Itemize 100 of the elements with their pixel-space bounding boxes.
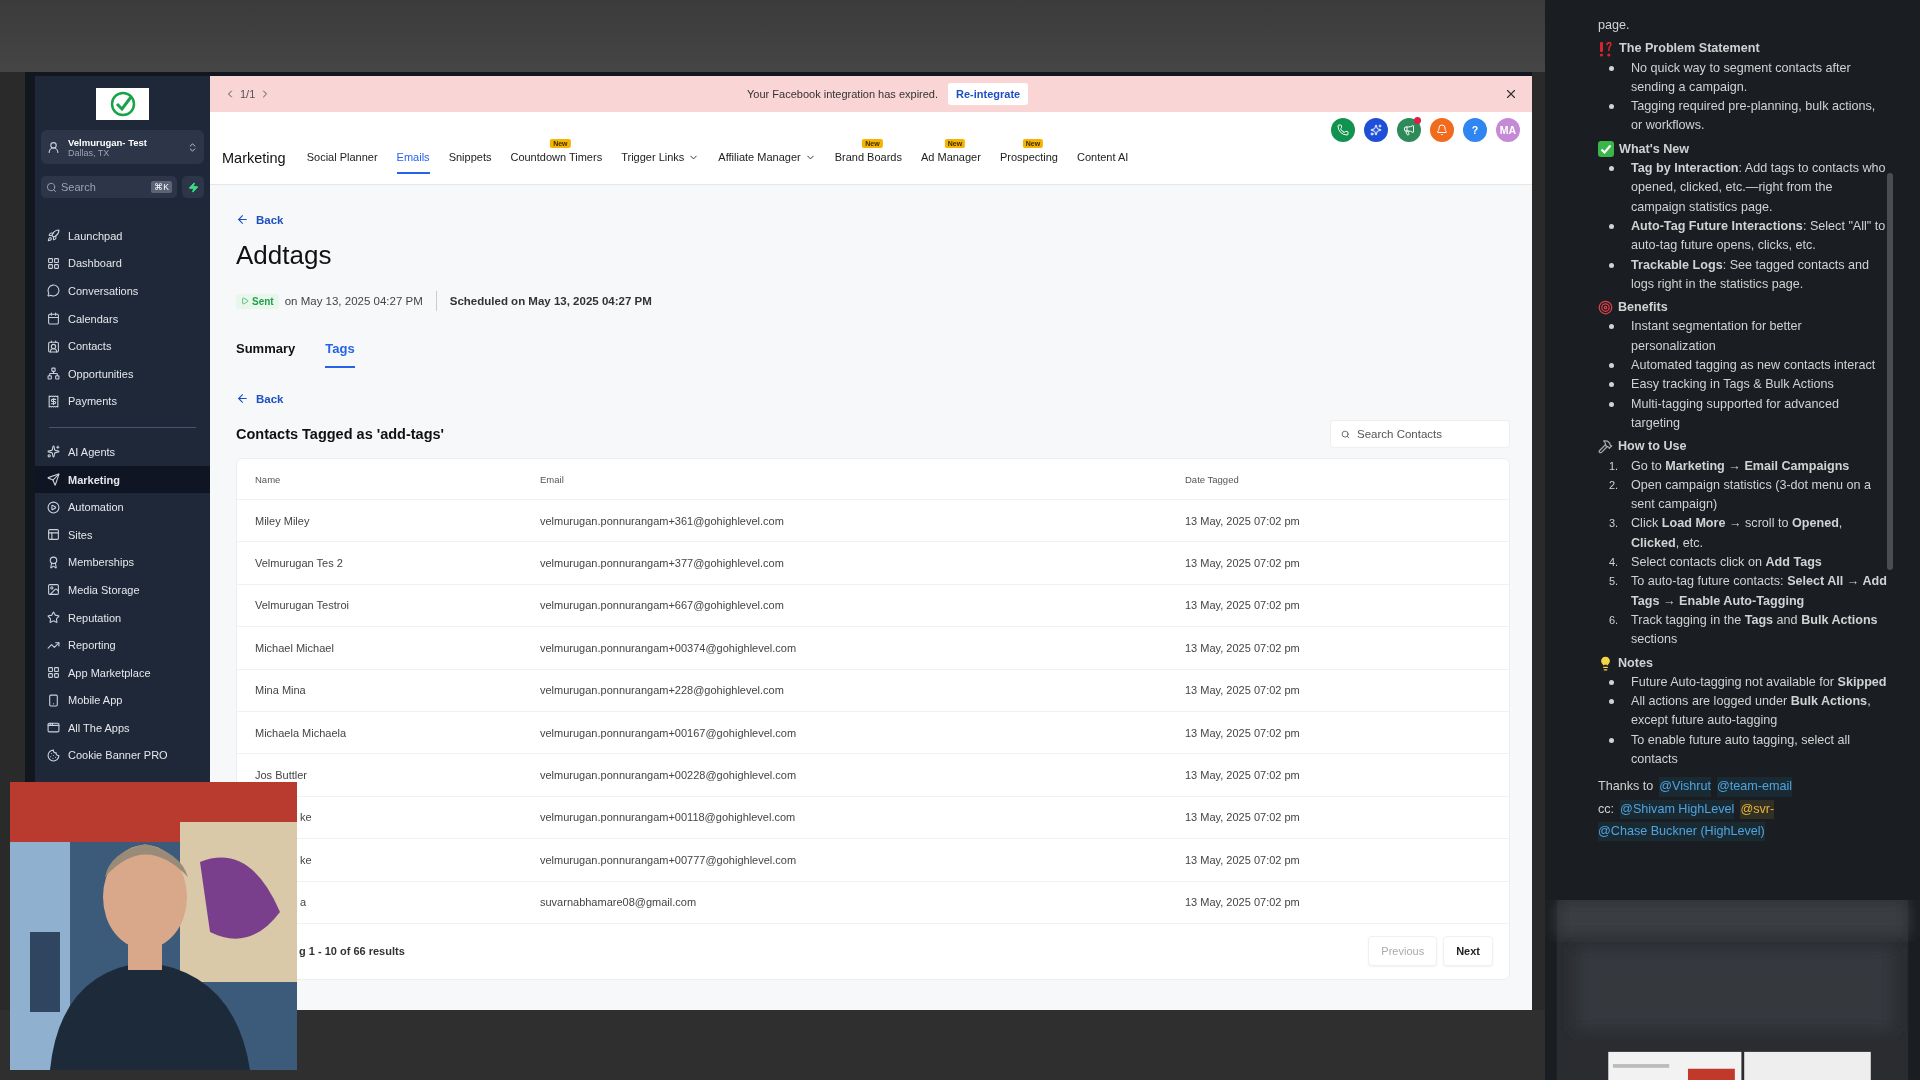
search-field[interactable]: Search Contacts	[1330, 420, 1510, 448]
sidebar-item[interactable]: Reporting	[35, 631, 210, 659]
sidebar-item[interactable]: App Marketplace	[35, 658, 210, 687]
sidebar-item[interactable]: Launchpad	[35, 222, 210, 250]
nav-tab[interactable]: Affiliate Manager	[718, 151, 816, 174]
list-item-text: Trackable Logs: See tagged contacts and logs right in the statistics page.	[1631, 256, 1871, 293]
page-title: Addtags	[236, 240, 333, 271]
mention-link[interactable]: @Shivam HighLevel	[1620, 799, 1735, 819]
section-heading: How to Use	[1618, 438, 1687, 456]
cookie-icon	[47, 749, 60, 762]
arrow-left-icon	[236, 392, 249, 405]
back-link[interactable]: Back	[236, 213, 284, 226]
quick-action-button[interactable]	[182, 176, 204, 198]
table-cell-text: 13 May, 2025 07:02 pm	[1185, 726, 1301, 739]
credit-text: Thanks to	[1598, 778, 1654, 796]
sidebar-item[interactable]: Memberships	[35, 548, 210, 577]
sidebar-item[interactable]: AI Agents	[35, 438, 210, 466]
smartphone-icon	[47, 693, 60, 707]
table-cell-text: suvarnabhamare08@gmail.com	[540, 896, 698, 909]
search-icon	[46, 181, 57, 193]
mention-link[interactable]: @team-email	[1717, 777, 1793, 797]
list-item-text: No quick way to segment contacts after sending a campaign.	[1631, 59, 1852, 96]
sidebar-item[interactable]: Mobile App	[35, 686, 210, 715]
section-heading: Benefits	[1618, 299, 1668, 317]
pager-count: 1/1	[240, 88, 256, 100]
table-cell-text: Jos Buttler	[255, 769, 308, 782]
nav-tab[interactable]: Emails	[396, 151, 430, 174]
mention-link[interactable]: @Vishrut	[1659, 777, 1712, 797]
header-action-button[interactable]	[1364, 118, 1388, 142]
next-button[interactable]: Next	[1443, 936, 1493, 967]
help-button[interactable]: ?	[1463, 118, 1487, 142]
nav-tab[interactable]: Snippets	[448, 151, 492, 174]
column-header: Date Tagged	[1185, 473, 1240, 485]
grid-icon	[47, 256, 60, 270]
table-cell-text: 13 May, 2025 07:02 pm	[1185, 896, 1301, 909]
nav-tab[interactable]: Content AI	[1077, 151, 1129, 174]
table-cell-text: ke	[299, 811, 313, 824]
calendar-icon	[47, 312, 60, 326]
header-action-button[interactable]	[1331, 118, 1355, 142]
play-icon	[241, 297, 249, 305]
user-icon	[47, 140, 60, 154]
back-link[interactable]: Back	[236, 392, 284, 405]
receipt-icon	[47, 394, 60, 408]
sidebar-item[interactable]: Payments	[35, 387, 210, 416]
sidebar-item[interactable]: Media Storage	[35, 576, 210, 604]
table-cell-text: 13 May, 2025 07:02 pm	[1185, 599, 1301, 612]
mention-link[interactable]: @Chase Buckner (HighLevel)	[1598, 821, 1765, 842]
list-item-text: Easy tracking in Tags & Bulk Actions	[1631, 376, 1834, 394]
sidebar-item[interactable]: Opportunities	[35, 359, 210, 388]
table-cell-text: velmurugan.ponnurangam+228@gohighlevel.com	[540, 684, 785, 697]
sidebar-item[interactable]: Sites	[35, 520, 210, 549]
search-field[interactable]: Search ⌘K	[41, 176, 177, 198]
sidebar-item[interactable]: Marketing	[35, 465, 210, 494]
header-action-button[interactable]	[1430, 118, 1454, 142]
sidebar-item[interactable]: Contacts	[35, 332, 210, 360]
account-switcher[interactable]: Velmurugan- Test Dallas, TX	[41, 130, 204, 164]
list-item-text: Click Load More → scroll to Opened, Clicked, etc.	[1631, 515, 1844, 552]
section-heading: The Problem Statement	[1619, 40, 1760, 58]
list-number: 6.	[1609, 612, 1620, 628]
chat-bubble-icon	[47, 284, 60, 298]
list-item-text: Auto-Tag Future Interactions: Select "All" to auto-tag future opens, clicks, etc.	[1631, 217, 1887, 255]
credit-text: cc:	[1598, 800, 1615, 818]
sidebar-item[interactable]: Cookie Banner PRO	[35, 741, 210, 770]
sidebar-item[interactable]: Calendars	[35, 304, 210, 333]
sidebar-item[interactable]: Conversations	[35, 277, 210, 305]
sidebar-item[interactable]: All The Apps	[35, 714, 210, 742]
table-cell-text: 13 May, 2025 07:02 pm	[1185, 811, 1301, 824]
scrollbar-thumb[interactable]	[1887, 173, 1894, 570]
reintegrate-button[interactable]: Re-integrate	[948, 83, 1029, 105]
mention-link[interactable]: @svr-	[1740, 799, 1775, 819]
table-cell-text: velmurugan.ponnurangam+361@gohighlevel.com	[540, 514, 785, 527]
table-cell-text: Velmurugan Tes 2	[255, 557, 344, 570]
nodes-icon	[47, 367, 60, 381]
close-icon[interactable]	[1504, 87, 1518, 101]
table-cell-text: velmurugan.ponnurangam+00228@gohighlevel.com	[540, 769, 798, 782]
header-action-button[interactable]	[1397, 118, 1421, 142]
image-icon	[47, 583, 60, 597]
hammer-icon	[1598, 439, 1613, 455]
list-item-text: Go to Marketing → Email Campaigns	[1631, 457, 1850, 475]
sidebar-item[interactable]: Dashboard	[35, 249, 210, 278]
list-item-text: Future Auto-tagging not available for Skipped	[1631, 673, 1887, 691]
account-location: Dallas, TX	[68, 147, 110, 158]
nav-tab[interactable]: Trigger Links	[621, 151, 700, 174]
table-cell-text: 13 May, 2025 07:02 pm	[1185, 641, 1301, 654]
bolt-icon	[187, 181, 199, 193]
table-cell-text: Miley Miley	[255, 514, 311, 527]
sidebar-item[interactable]: Reputation	[35, 603, 210, 632]
rocket-icon	[47, 229, 60, 243]
page-tab[interactable]: Summary	[236, 341, 296, 368]
list-item-text: To enable future auto tagging, select all contacts	[1631, 731, 1852, 768]
sidebar-item[interactable]: Automation	[35, 493, 210, 521]
layout-icon	[47, 528, 60, 542]
search-input[interactable]: Search Contacts	[1355, 427, 1499, 441]
page-tab[interactable]: Tags	[325, 341, 355, 368]
list-item-text: Tag by Interaction: Add tags to contacts who opened, clicked, etc.—right from the campaign statistics page.	[1631, 160, 1887, 216]
grid-icon	[47, 666, 60, 680]
nav-tab[interactable]: Social Planner	[306, 151, 378, 174]
list-item-text: Automated tagging as new contacts interact	[1631, 357, 1876, 375]
column-header: Email	[540, 473, 565, 485]
sparkles-icon	[47, 445, 60, 459]
